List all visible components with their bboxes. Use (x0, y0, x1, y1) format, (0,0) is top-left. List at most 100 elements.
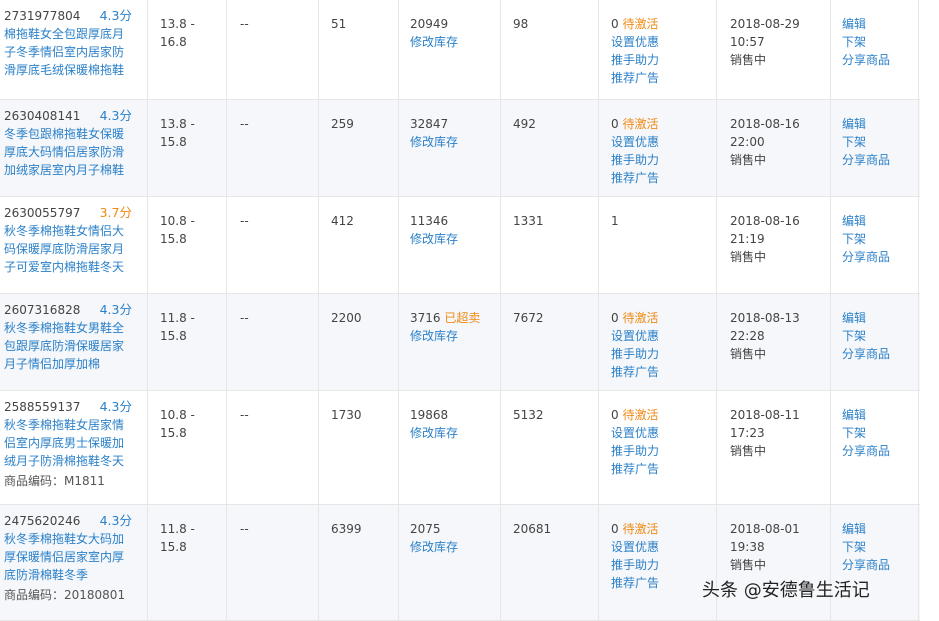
promo-cell: 0 待激活 设置优惠 推手助力 推荐广告 (611, 115, 711, 187)
edit-stock-link[interactable]: 修改库存 (410, 33, 506, 51)
column-divider (226, 197, 227, 293)
column-divider (226, 391, 227, 504)
promoter-boost-link[interactable]: 推手助力 (611, 151, 711, 169)
product-name-link[interactable]: 冬季包跟棉拖鞋女保暖 厚底大码情侣居家防滑 加绒家居室内月子棉鞋 (4, 125, 128, 179)
stock-line: 20949 (410, 15, 506, 33)
edit-button[interactable]: 编辑 (842, 15, 918, 33)
product-name-link[interactable]: 秋冬季棉拖鞋女居家情 侣室内厚底男士保暖加 绒月子防滑棉拖鞋冬天 (4, 416, 128, 470)
column-divider (918, 100, 919, 196)
edit-stock-link[interactable]: 修改库存 (410, 133, 506, 151)
quantity-value: 6399 (331, 522, 362, 536)
column-divider (318, 0, 319, 99)
product-name-link[interactable]: 秋冬季棉拖鞋女大码加 厚保暖情侣居家室内厚 底防滑棉鞋冬季 (4, 530, 128, 584)
promoter-boost-link[interactable]: 推手助力 (611, 442, 711, 460)
stock-value: 20949 (410, 17, 449, 31)
stock-cell: 32847 修改库存 (410, 115, 506, 151)
delist-button[interactable]: 下架 (842, 538, 918, 556)
share-product-button[interactable]: 分享商品 (842, 248, 918, 266)
set-discount-link[interactable]: 设置优惠 (611, 424, 711, 442)
column-divider (598, 294, 599, 390)
product-id: 2630408141 (4, 109, 81, 123)
stock-cell: 20949 修改库存 (410, 15, 506, 51)
product-id-row: 2731977804 4.3分 (4, 7, 132, 25)
listing-time: 10:57 (730, 35, 765, 49)
listing-time: 22:00 (730, 135, 765, 149)
product-name-link[interactable]: 秋冬季棉拖鞋女男鞋全 包跟厚底防滑保暖居家 月子情侣加厚加棉 (4, 319, 128, 373)
listing-date: 2018-08-11 (730, 408, 800, 422)
stock-cell: 19868 修改库存 (410, 406, 506, 442)
product-id-row: 2630408141 4.3分 (4, 107, 132, 125)
stock-value: 3716 (410, 311, 441, 325)
delist-button[interactable]: 下架 (842, 33, 918, 51)
share-product-button[interactable]: 分享商品 (842, 151, 918, 169)
table-row: 2630055797 3.7分 秋冬季棉拖鞋女情侣大 码保暖厚底防滑居家月 子可爱室内棉… (0, 197, 920, 294)
column-divider (398, 0, 399, 99)
promo-status-line: 0 待激活 (611, 15, 711, 33)
stock-line: 19868 (410, 406, 506, 424)
promoter-boost-link[interactable]: 推手助力 (611, 345, 711, 363)
share-product-button[interactable]: 分享商品 (842, 51, 918, 69)
edit-stock-link[interactable]: 修改库存 (410, 538, 506, 556)
recommend-ad-link[interactable]: 推荐广告 (611, 363, 711, 381)
sales-value: 20681 (513, 522, 552, 536)
share-product-button[interactable]: 分享商品 (842, 345, 918, 363)
share-product-button[interactable]: 分享商品 (842, 556, 918, 574)
edit-button[interactable]: 编辑 (842, 212, 918, 230)
set-discount-link[interactable]: 设置优惠 (611, 538, 711, 556)
set-discount-link[interactable]: 设置优惠 (611, 133, 711, 151)
promoter-boost-link[interactable]: 推手助力 (611, 556, 711, 574)
promo-cell: 1 (611, 212, 711, 230)
product-name-link[interactable]: 棉拖鞋女全包跟厚底月 子冬季情侣室内居家防 滑厚底毛绒保暖棉拖鞋 (4, 25, 128, 79)
column-divider (830, 505, 831, 620)
product-score: 4.3分 (99, 513, 132, 528)
promo-cell: 0 待激活 设置优惠 推手助力 推荐广告 (611, 309, 711, 381)
edit-button[interactable]: 编辑 (842, 309, 918, 327)
product-cell: 2475620246 4.3分 秋冬季棉拖鞋女大码加 厚保暖情侣居家室内厚 底防滑棉鞋冬… (4, 512, 140, 604)
recommend-ad-link[interactable]: 推荐广告 (611, 169, 711, 187)
share-product-button[interactable]: 分享商品 (842, 442, 918, 460)
table-row: 2588559137 4.3分 秋冬季棉拖鞋女居家情 侣室内厚底男士保暖加 绒月子防滑棉… (0, 391, 920, 505)
price-range: 10.8 - 15.8 (160, 212, 220, 248)
delist-button[interactable]: 下架 (842, 424, 918, 442)
column-divider (318, 294, 319, 390)
price-max: 15.8 (160, 540, 187, 554)
promo-status-line: 0 待激活 (611, 406, 711, 424)
quantity-value: 51 (331, 17, 347, 31)
column-divider (918, 505, 919, 620)
edit-stock-link[interactable]: 修改库存 (410, 327, 506, 345)
set-discount-link[interactable]: 设置优惠 (611, 33, 711, 51)
edit-stock-link[interactable]: 修改库存 (410, 424, 506, 442)
placeholder-value: -- (240, 214, 249, 228)
recommend-ad-link[interactable]: 推荐广告 (611, 460, 711, 478)
edit-button[interactable]: 编辑 (842, 520, 918, 538)
delist-button[interactable]: 下架 (842, 327, 918, 345)
product-cell: 2607316828 4.3分 秋冬季棉拖鞋女男鞋全 包跟厚底防滑保暖居家 月子情侣加厚… (4, 301, 140, 373)
column-divider (147, 391, 148, 504)
promo-status-line: 0 待激活 (611, 520, 711, 538)
product-id-row: 2588559137 4.3分 (4, 398, 132, 416)
delist-button[interactable]: 下架 (842, 133, 918, 151)
edit-stock-link[interactable]: 修改库存 (410, 230, 506, 248)
edit-button[interactable]: 编辑 (842, 406, 918, 424)
product-name-line: 子冬季情侣室内居家防 (4, 45, 125, 59)
product-name-line: 码保暖厚底防滑居家月 (4, 242, 125, 256)
product-name-line: 秋冬季棉拖鞋女大码加 (4, 532, 125, 546)
product-name-link[interactable]: 秋冬季棉拖鞋女情侣大 码保暖厚底防滑居家月 子可爱室内棉拖鞋冬天 (4, 222, 128, 276)
pending-activation-badge: 待激活 (622, 311, 659, 325)
price-range: 10.8 - 15.8 (160, 406, 220, 442)
delist-button[interactable]: 下架 (842, 230, 918, 248)
product-table: 2731977804 4.3分 棉拖鞋女全包跟厚底月 子冬季情侣室内居家防 滑厚底毛绒保… (0, 0, 920, 621)
set-discount-link[interactable]: 设置优惠 (611, 327, 711, 345)
edit-button[interactable]: 编辑 (842, 115, 918, 133)
column-divider (716, 0, 717, 99)
listing-date-cell: 2018-08-16 22:00 销售中 (730, 115, 826, 169)
placeholder-value: -- (240, 408, 249, 422)
price-range: 11.8 - 15.8 (160, 520, 220, 556)
column-divider (716, 391, 717, 504)
actions-cell: 编辑 下架 分享商品 (842, 115, 918, 169)
promoter-boost-link[interactable]: 推手助力 (611, 51, 711, 69)
table-row: 2607316828 4.3分 秋冬季棉拖鞋女男鞋全 包跟厚底防滑保暖居家 月子情侣加厚… (0, 294, 920, 391)
recommend-ad-link[interactable]: 推荐广告 (611, 574, 711, 592)
recommend-ad-link[interactable]: 推荐广告 (611, 69, 711, 87)
placeholder-value: -- (240, 522, 249, 536)
